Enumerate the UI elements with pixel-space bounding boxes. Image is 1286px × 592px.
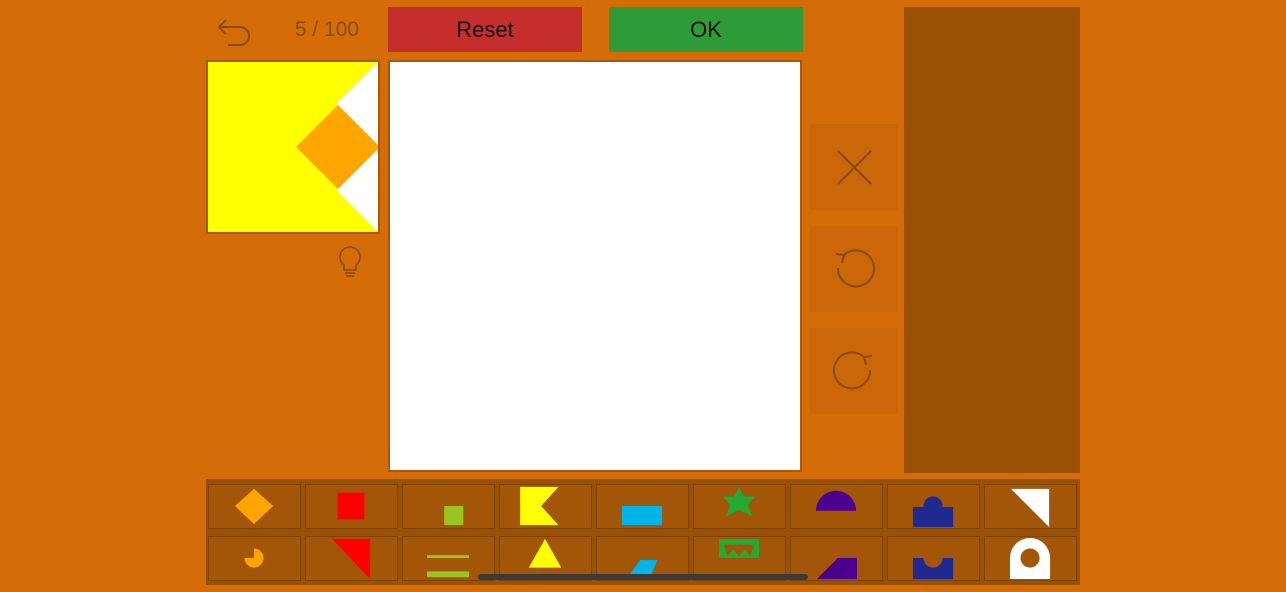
small-square-icon	[444, 506, 464, 526]
palette-piece-star[interactable]	[693, 484, 786, 529]
close-icon	[837, 150, 872, 185]
palette-piece-pacman[interactable]	[208, 536, 301, 581]
palette-piece-rectangle[interactable]	[596, 484, 689, 529]
rotate-clockwise-icon	[833, 351, 873, 390]
delete-piece-button[interactable]	[810, 124, 898, 210]
palette-piece-cup-block[interactable]	[887, 536, 980, 581]
cup-block-icon	[912, 558, 954, 580]
semicircle-icon	[815, 490, 857, 511]
undo-arrow-icon	[217, 19, 250, 46]
palette-piece-right-triangle[interactable]	[984, 484, 1077, 529]
palette-piece-keyhole-block[interactable]	[887, 484, 980, 529]
target-shape-preview	[206, 60, 380, 234]
palette-piece-small-square[interactable]	[402, 484, 495, 529]
palette-piece-diamond[interactable]	[208, 484, 301, 529]
piece-palette	[206, 479, 1080, 585]
ring-icon	[1009, 537, 1051, 580]
ok-button[interactable]: OK	[609, 7, 803, 52]
palette-piece-semicircle[interactable]	[790, 484, 883, 529]
level-progress: 5 / 100	[294, 18, 360, 41]
right-triangle-icon	[1010, 488, 1050, 528]
hint-button[interactable]	[333, 244, 367, 280]
palette-piece-long-triangle[interactable]	[305, 536, 398, 581]
rotate-right-button[interactable]	[810, 328, 898, 414]
back-button[interactable]	[214, 12, 258, 50]
chevron-notch-icon	[520, 486, 559, 526]
palette-piece-ring[interactable]	[984, 536, 1077, 581]
palette-piece-chevron-notch[interactable]	[499, 484, 592, 529]
rotate-counterclockwise-icon	[835, 249, 875, 288]
long-triangle-icon	[331, 538, 371, 580]
square-icon	[337, 492, 365, 520]
reset-button[interactable]: Reset	[388, 7, 582, 52]
palette-scrollbar[interactable]	[478, 574, 808, 580]
rotate-left-button[interactable]	[810, 226, 898, 312]
diamond-icon	[234, 488, 274, 525]
pieces-side-panel	[904, 7, 1080, 473]
lightbulb-icon	[339, 246, 361, 277]
keyhole-block-icon	[912, 496, 954, 528]
pacman-icon	[244, 548, 264, 568]
puzzle-board[interactable]	[388, 60, 802, 472]
palette-piece-square[interactable]	[305, 484, 398, 529]
star-icon	[722, 486, 756, 517]
rectangle-icon	[621, 506, 663, 526]
